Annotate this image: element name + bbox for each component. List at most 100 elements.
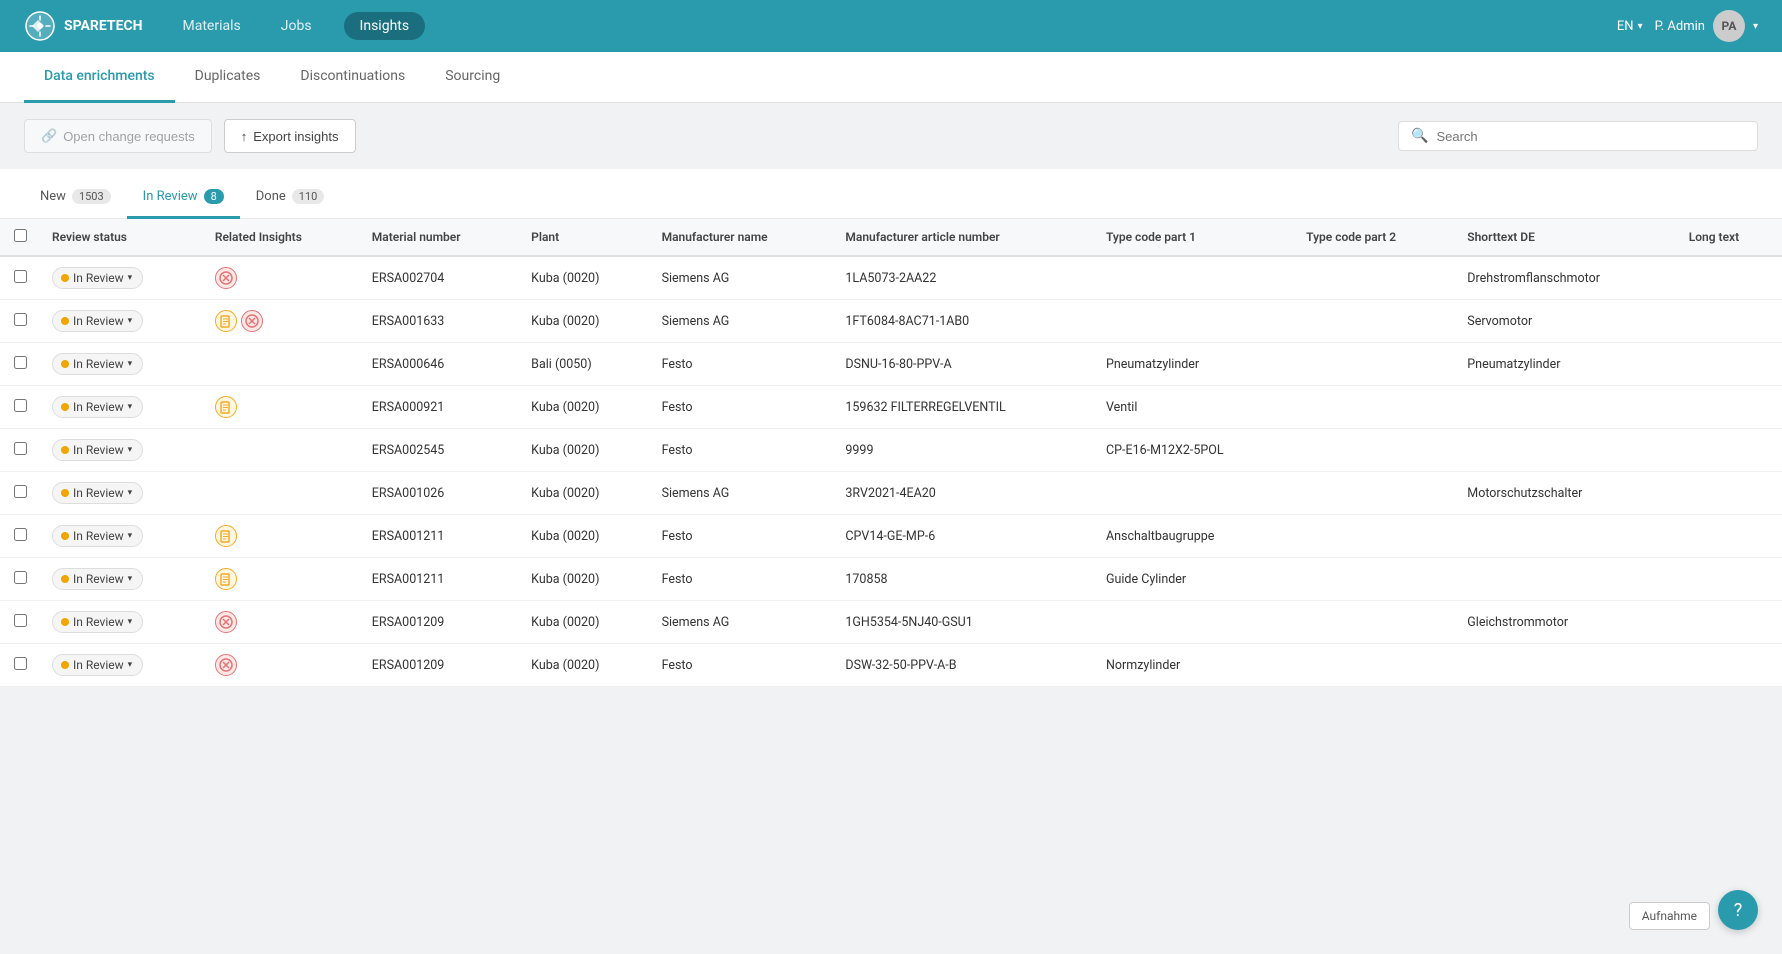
row-manufacturer-name: Festo (650, 429, 834, 472)
table-row: In Review▾ERSA002545Kuba (0020)Festo9999… (0, 429, 1782, 472)
status-badge[interactable]: In Review▾ (52, 353, 143, 375)
tab-sourcing[interactable]: Sourcing (425, 52, 520, 103)
row-checkbox[interactable] (14, 270, 27, 283)
status-chevron-icon: ▾ (128, 359, 133, 369)
row-type-code-1: Guide Cylinder (1094, 558, 1294, 601)
nav-jobs[interactable]: Jobs (273, 12, 320, 40)
aufnahme-button[interactable]: Aufnahme (1629, 902, 1710, 930)
nav-materials[interactable]: Materials (175, 12, 249, 40)
row-type-code-1: CP-E16-M12X2-5POL (1094, 429, 1294, 472)
header: SPARETECH Materials Jobs Insights EN ▾ P… (0, 0, 1782, 52)
row-insights-cell (203, 343, 360, 386)
row-checkbox[interactable] (14, 313, 27, 326)
link-icon: 🔗 (41, 128, 57, 144)
row-checkbox-cell (0, 429, 40, 472)
status-tab-done[interactable]: Done 110 (240, 181, 341, 219)
row-type-code-2 (1294, 386, 1455, 429)
row-plant: Kuba (0020) (519, 515, 649, 558)
insight-icons (215, 525, 348, 547)
status-badge[interactable]: In Review▾ (52, 482, 143, 504)
avatar: PA (1713, 10, 1745, 42)
help-button[interactable]: ? (1718, 890, 1758, 930)
language-selector[interactable]: EN ▾ (1617, 19, 1643, 34)
status-badge[interactable]: In Review▾ (52, 525, 143, 547)
status-dot-icon (61, 618, 69, 626)
status-badge[interactable]: In Review▾ (52, 396, 143, 418)
insight-icons (215, 568, 348, 590)
row-checkbox[interactable] (14, 399, 27, 412)
row-article-number: DSW-32-50-PPV-A-B (833, 644, 1094, 687)
row-manufacturer-name: Siemens AG (650, 256, 834, 300)
row-article-number: 1FT6084-8AC71-1AB0 (833, 300, 1094, 343)
row-checkbox[interactable] (14, 614, 27, 627)
status-tab-in-review[interactable]: In Review 8 (127, 181, 240, 219)
status-badge[interactable]: In Review▾ (52, 568, 143, 590)
row-manufacturer-name: Festo (650, 558, 834, 601)
tab-duplicates[interactable]: Duplicates (175, 52, 281, 103)
nav-insights[interactable]: Insights (344, 12, 426, 40)
user-chevron-icon: ▾ (1753, 21, 1758, 32)
row-manufacturer-name: Festo (650, 386, 834, 429)
status-badge[interactable]: In Review▾ (52, 439, 143, 461)
status-badge[interactable]: In Review▾ (52, 611, 143, 633)
user-menu[interactable]: P. Admin PA ▾ (1655, 10, 1758, 42)
table-body: In Review▾ERSA002704Kuba (0020)Siemens A… (0, 256, 1782, 687)
status-tab-new[interactable]: New 1503 (24, 181, 127, 219)
table-row: In Review▾ERSA001209Kuba (0020)FestoDSW-… (0, 644, 1782, 687)
status-badge[interactable]: In Review▾ (52, 267, 143, 289)
row-type-code-1: Ventil (1094, 386, 1294, 429)
open-change-requests-button[interactable]: 🔗 Open change requests (24, 119, 212, 153)
row-checkbox-cell (0, 601, 40, 644)
row-checkbox-cell (0, 386, 40, 429)
status-dot-icon (61, 661, 69, 669)
tab-data-enrichments[interactable]: Data enrichments (24, 52, 175, 103)
table-row: In Review▾ERSA000646Bali (0050)FestoDSNU… (0, 343, 1782, 386)
select-all-checkbox[interactable] (14, 229, 27, 242)
status-text: In Review (73, 615, 124, 629)
row-type-code-2 (1294, 601, 1455, 644)
table-row: In Review▾ERSA001633Kuba (0020)Siemens A… (0, 300, 1782, 343)
row-plant: Kuba (0020) (519, 558, 649, 601)
row-checkbox[interactable] (14, 657, 27, 670)
row-insights-cell (203, 256, 360, 300)
content-area: New 1503 In Review 8 Done 110 Review sta… (0, 169, 1782, 687)
select-all-col (0, 219, 40, 256)
tabs-bar: Data enrichments Duplicates Discontinuat… (0, 52, 1782, 103)
search-box: 🔍 (1398, 121, 1758, 151)
insight-icon-red (241, 310, 263, 332)
row-status-cell: In Review▾ (40, 256, 203, 300)
tab-discontinuations[interactable]: Discontinuations (280, 52, 425, 103)
status-badge[interactable]: In Review▾ (52, 654, 143, 676)
row-material-number: ERSA002704 (360, 256, 519, 300)
header-left: SPARETECH Materials Jobs Insights (24, 10, 425, 42)
insight-icon-yellow (215, 310, 237, 332)
logo-text: SPARETECH (64, 18, 143, 34)
row-type-code-2 (1294, 644, 1455, 687)
status-dot-icon (61, 317, 69, 325)
header-right: EN ▾ P. Admin PA ▾ (1617, 10, 1758, 42)
insight-icon-red (215, 267, 237, 289)
row-type-code-2 (1294, 429, 1455, 472)
export-insights-button[interactable]: ↑ Export insights (224, 119, 356, 153)
status-badge[interactable]: In Review▾ (52, 310, 143, 332)
search-input[interactable] (1436, 129, 1745, 144)
row-checkbox[interactable] (14, 485, 27, 498)
row-plant: Kuba (0020) (519, 300, 649, 343)
col-manufacturer-article-number: Manufacturer article number (833, 219, 1094, 256)
row-long-text (1677, 601, 1782, 644)
status-chevron-icon: ▾ (128, 488, 133, 498)
logo-icon (24, 10, 56, 42)
logo[interactable]: SPARETECH (24, 10, 143, 42)
row-checkbox[interactable] (14, 571, 27, 584)
row-manufacturer-name: Siemens AG (650, 300, 834, 343)
status-chevron-icon: ▾ (128, 445, 133, 455)
table-row: In Review▾ERSA002704Kuba (0020)Siemens A… (0, 256, 1782, 300)
row-checkbox[interactable] (14, 442, 27, 455)
row-insights-cell (203, 601, 360, 644)
status-chevron-icon: ▾ (128, 660, 133, 670)
row-checkbox-cell (0, 300, 40, 343)
row-checkbox[interactable] (14, 528, 27, 541)
col-material-number: Material number (360, 219, 519, 256)
status-in-review-badge: 8 (204, 189, 224, 204)
row-checkbox[interactable] (14, 356, 27, 369)
